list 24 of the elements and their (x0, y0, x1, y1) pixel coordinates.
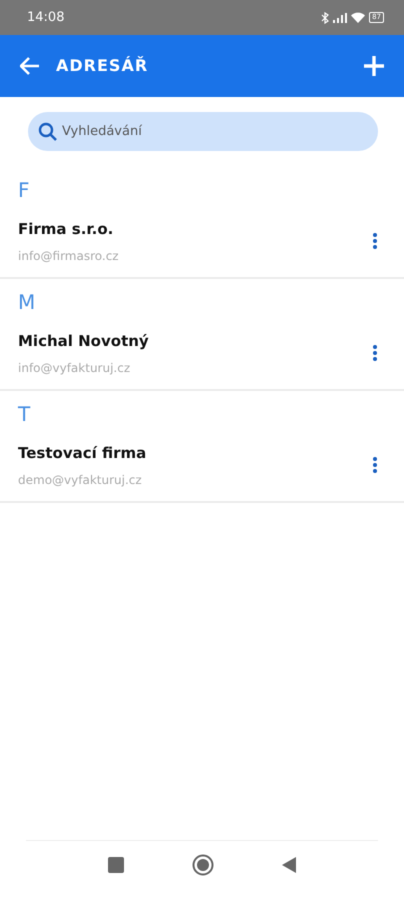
home-icon[interactable] (192, 854, 214, 876)
contact-name[interactable]: Testovací firma (18, 444, 146, 462)
wifi-icon (351, 12, 366, 23)
search-icon (38, 122, 58, 142)
search-field[interactable]: Vyhledávání (28, 112, 378, 151)
contact-email: info@firmasro.cz (18, 249, 119, 263)
back-icon[interactable] (282, 856, 296, 872)
bluetooth-icon (321, 12, 330, 24)
back-arrow-icon[interactable] (20, 57, 40, 75)
contact-name[interactable]: Firma s.r.o. (18, 220, 114, 238)
contact-name[interactable]: Michal Novotný (18, 332, 149, 350)
screen-title: ADRESÁŘ (56, 55, 148, 77)
contact-email: demo@vyfakturuj.cz (18, 473, 142, 487)
section-letter: M (18, 290, 36, 314)
signal-icon (333, 12, 348, 22)
clock: 14:08 (27, 8, 64, 27)
section-letter: T (18, 402, 30, 426)
more-options-icon[interactable] (372, 232, 378, 250)
more-options-icon[interactable] (372, 344, 378, 362)
contact-email: info@vyfakturuj.cz (18, 361, 130, 375)
more-options-icon[interactable] (372, 456, 378, 474)
add-icon[interactable] (364, 56, 384, 76)
section-letter: F (18, 178, 30, 202)
recents-icon[interactable] (108, 856, 124, 872)
